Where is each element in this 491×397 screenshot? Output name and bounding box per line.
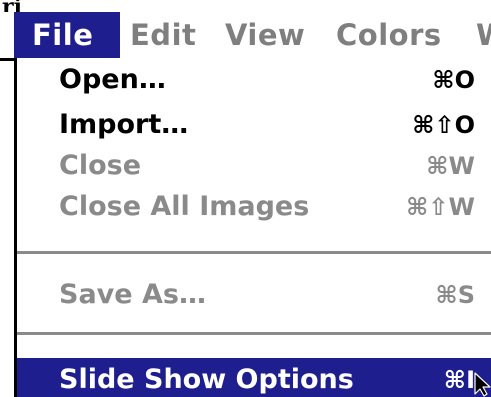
menu-item-close: Close ⌘W	[17, 144, 491, 188]
menu-item-save-as-label: Save As…	[59, 279, 206, 310]
menu-separator	[17, 332, 491, 335]
menu-bar: File Edit View Colors W	[0, 12, 491, 61]
menu-edit[interactable]: Edit	[130, 12, 196, 58]
menu-item-save-as-shortcut: ⌘S	[435, 281, 475, 309]
menu-file[interactable]: File	[14, 12, 120, 58]
menu-item-open[interactable]: Open… ⌘O	[17, 58, 491, 102]
menu-item-import-label: Import…	[59, 109, 189, 140]
menu-item-slide-show-options[interactable]: Slide Show Options ⌘I	[17, 358, 491, 397]
menu-item-close-all-images: Close All Images ⌘⇧W	[17, 185, 491, 229]
menu-item-close-all-images-shortcut: ⌘⇧W	[406, 193, 475, 221]
menu-item-close-label: Close	[59, 150, 142, 181]
menu-item-open-label: Open…	[59, 64, 166, 95]
menu-item-import[interactable]: Import… ⌘⇧O	[17, 103, 491, 147]
menu-item-slide-show-options-label: Slide Show Options	[59, 364, 354, 395]
menu-item-slide-show-options-shortcut: ⌘I	[443, 366, 475, 394]
menu-colors[interactable]: Colors	[336, 12, 442, 58]
menu-view[interactable]: View	[225, 12, 305, 58]
menu-window-partial[interactable]: W	[476, 12, 491, 58]
menu-item-open-shortcut: ⌘O	[432, 66, 475, 94]
pointer-cursor-icon	[474, 372, 491, 397]
file-dropdown-menu: Open… ⌘O Import… ⌘⇧O Close ⌘W Close All …	[14, 58, 491, 397]
menu-item-close-shortcut: ⌘W	[426, 152, 475, 180]
menu-item-save-as: Save As… ⌘S	[17, 273, 491, 317]
menu-separator	[17, 251, 491, 254]
menu-item-import-shortcut: ⌘⇧O	[412, 111, 475, 139]
menu-item-close-all-images-label: Close All Images	[59, 191, 310, 222]
